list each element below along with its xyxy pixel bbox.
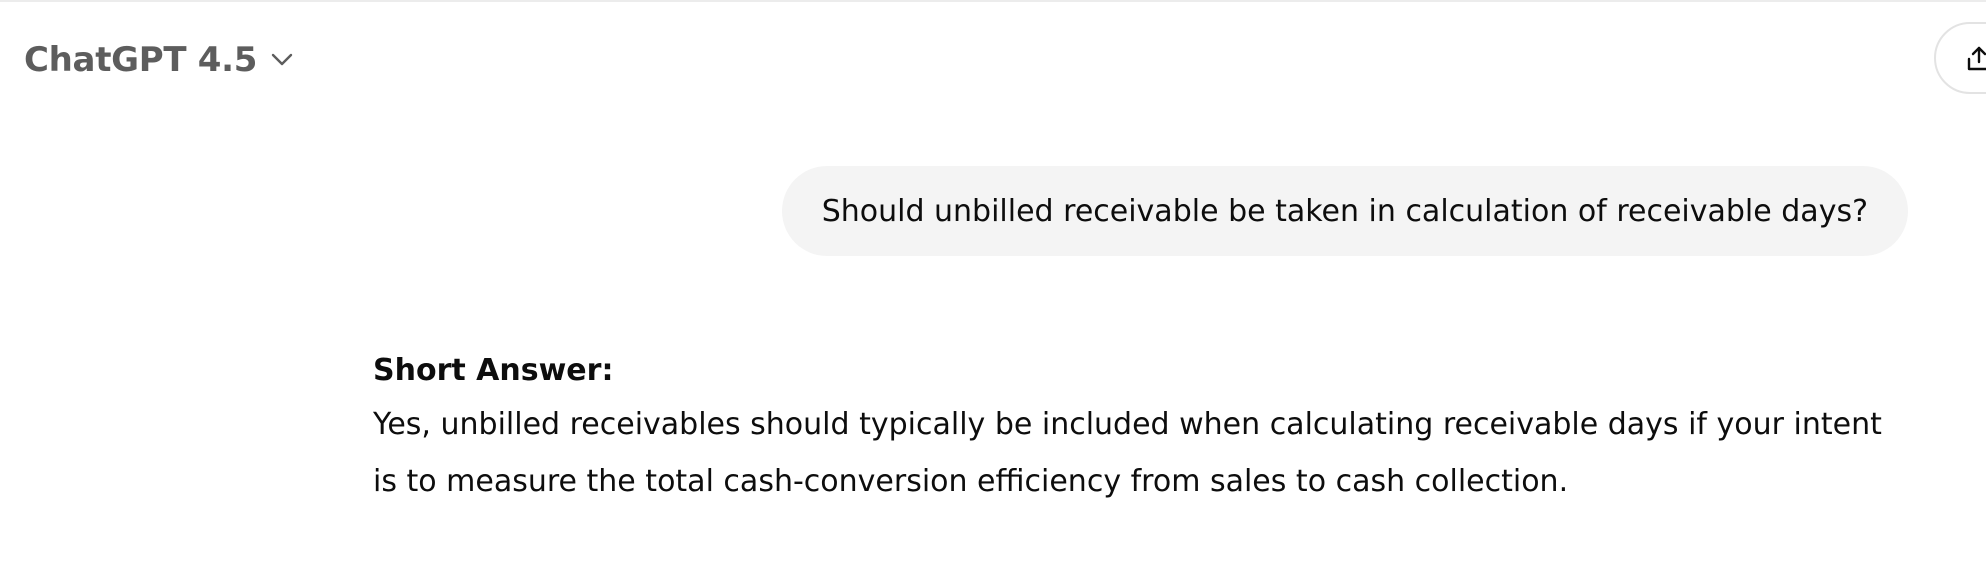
share-icon [1966,46,1986,72]
chat-window: ChatGPT 4.5 Should unbilled receivable b… [0,0,1986,586]
share-button[interactable] [1934,22,1986,94]
assistant-message: Short Answer: Yes, unbilled receivables … [373,346,1913,510]
user-message-bubble: Should unbilled receivable be taken in c… [781,166,1908,256]
model-name: ChatGPT 4.5 [24,40,258,80]
chevron-down-icon [271,49,293,71]
answer-body: Yes, unbilled receivables should typical… [373,407,1882,499]
answer-heading: Short Answer: [373,353,614,388]
top-bar: ChatGPT 4.5 [0,2,1986,117]
model-selector-button[interactable]: ChatGPT 4.5 [16,32,301,88]
user-message-text: Should unbilled receivable be taken in c… [821,193,1868,229]
